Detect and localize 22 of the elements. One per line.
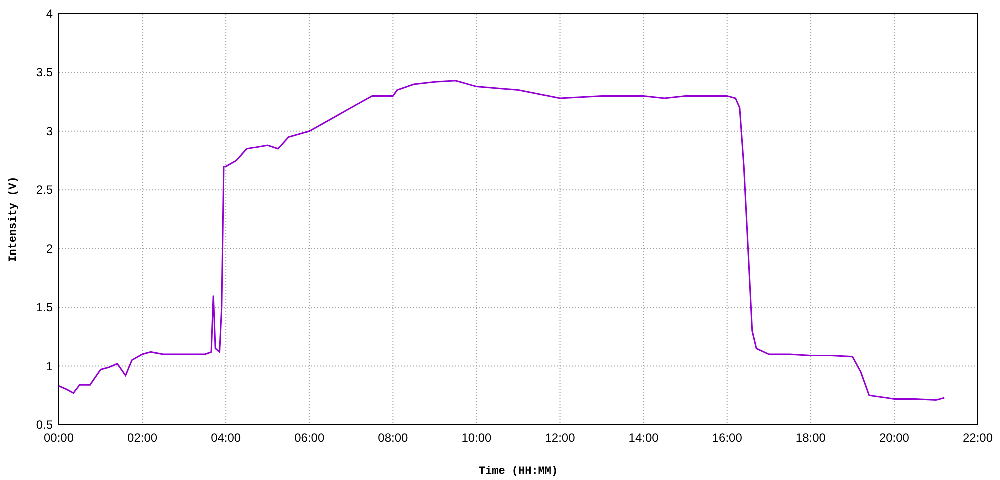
tick-label: 14:00 [628, 431, 659, 445]
tick-label: 1 [46, 359, 53, 374]
tick-label: 02:00 [128, 431, 158, 445]
tick-label: 06:00 [294, 431, 325, 445]
tick-label: 16:00 [712, 431, 742, 445]
tick-label: 2 [46, 242, 53, 256]
tick-label: 20:00 [879, 431, 910, 445]
tick-label: 4 [46, 7, 53, 21]
tick-label: 1.5 [36, 300, 53, 315]
axis-title: Time (HH:MM) [478, 466, 558, 478]
tick-label: 10:00 [462, 431, 492, 445]
tick-label: 2.5 [36, 183, 53, 198]
tick-label: 08:00 [378, 431, 408, 445]
tick-label: 3 [46, 124, 53, 138]
tick-label: 3.5 [36, 66, 53, 80]
tick-label: 18:00 [796, 431, 826, 445]
tick-label: 00:00 [44, 431, 74, 445]
tick-label: 04:00 [211, 431, 242, 445]
tick-label: 22:00 [962, 431, 994, 445]
tick-label: 12:00 [545, 431, 576, 445]
tick-label: 0.5 [36, 418, 53, 432]
axis-title: Intensity (V) [8, 176, 20, 262]
